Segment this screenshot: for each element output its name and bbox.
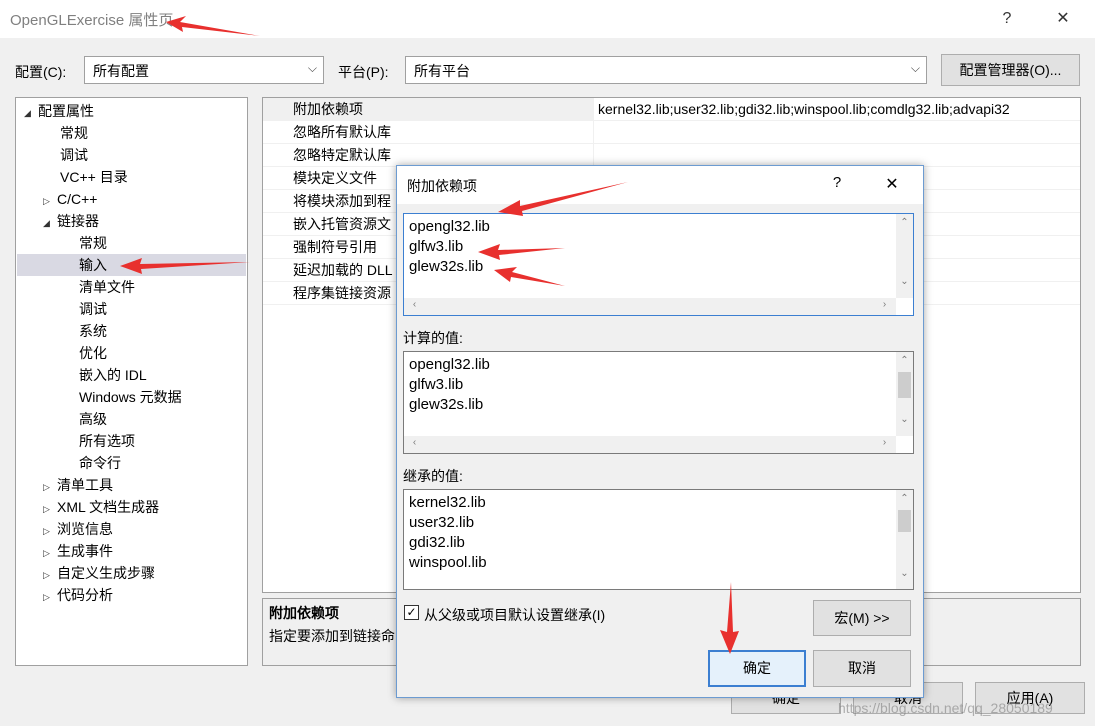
annotation-arrow bbox=[478, 244, 565, 260]
annotation-arrow bbox=[498, 182, 628, 216]
annotation-arrow bbox=[720, 582, 739, 654]
annotation-arrows bbox=[120, 16, 739, 654]
annotation-arrow bbox=[120, 258, 250, 274]
annotation-arrow bbox=[494, 267, 565, 286]
annotation-arrow bbox=[166, 16, 260, 36]
